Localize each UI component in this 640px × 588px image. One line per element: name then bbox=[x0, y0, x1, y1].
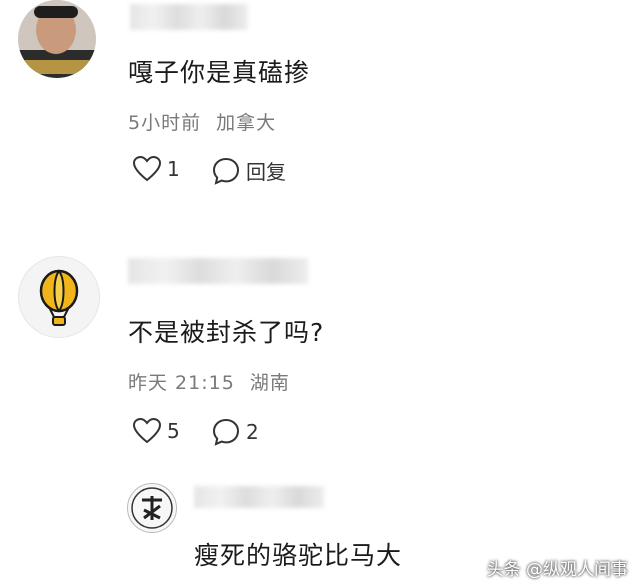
username-blurred[interactable] bbox=[194, 486, 324, 508]
username-blurred[interactable] bbox=[130, 4, 248, 30]
watermark: 头条 @纵观人间事 bbox=[486, 560, 628, 580]
reply-label: 回复 bbox=[246, 160, 286, 184]
speech-bubble-icon bbox=[212, 157, 240, 185]
speech-bubble-icon bbox=[212, 418, 240, 446]
reply-button[interactable]: 2 bbox=[212, 418, 259, 446]
heart-outline-icon bbox=[133, 156, 161, 182]
comment-meta: 5小时前 加拿大 bbox=[128, 108, 276, 135]
avatar[interactable] bbox=[18, 0, 96, 78]
comment-text: 不是被封杀了吗? bbox=[128, 318, 325, 347]
hot-air-balloon-icon bbox=[39, 269, 79, 326]
seal-avatar-icon bbox=[131, 487, 173, 529]
comment-text: 嘎子你是真磕掺 bbox=[128, 58, 311, 87]
like-button[interactable]: 5 bbox=[133, 418, 180, 444]
like-count: 5 bbox=[167, 419, 180, 443]
avatar-photo bbox=[18, 0, 96, 78]
like-button[interactable]: 1 bbox=[133, 156, 180, 182]
username-blurred[interactable] bbox=[128, 258, 308, 284]
comment-time: 昨天 21:15 bbox=[128, 372, 235, 394]
like-count: 1 bbox=[167, 157, 180, 181]
heart-outline-icon bbox=[133, 418, 161, 444]
comment-location: 湖南 bbox=[249, 372, 290, 394]
reply-button[interactable]: 回复 bbox=[212, 156, 286, 185]
reply-count: 2 bbox=[246, 420, 259, 444]
avatar[interactable] bbox=[127, 483, 177, 533]
comment-meta: 昨天 21:15 湖南 bbox=[128, 368, 290, 395]
avatar[interactable] bbox=[18, 256, 100, 338]
comment-location: 加拿大 bbox=[216, 112, 277, 134]
comment-text: 瘦死的骆驼比马大 bbox=[194, 541, 403, 570]
comment-time: 5小时前 bbox=[128, 112, 202, 134]
